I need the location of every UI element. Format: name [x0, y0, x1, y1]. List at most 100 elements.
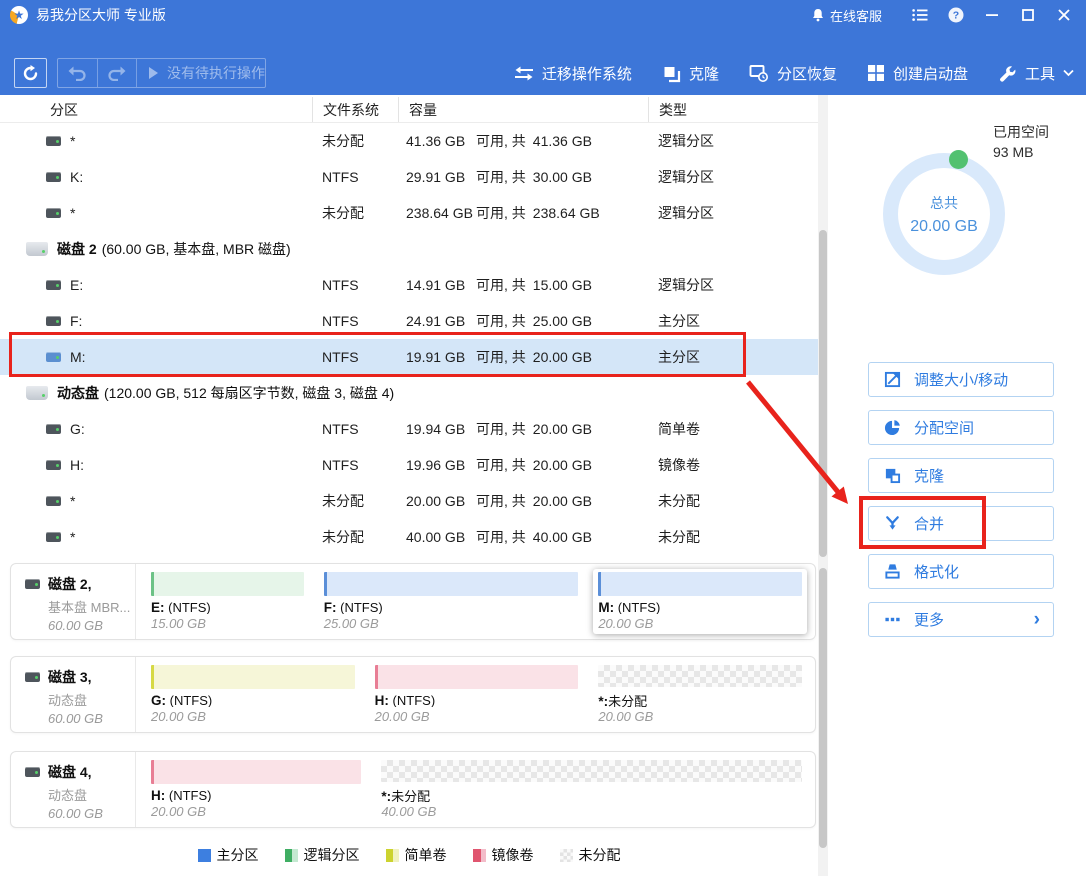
table-row[interactable]: K: NTFS 29.91 GB可用, 共30.00 GB 逻辑分区 [0, 159, 818, 195]
partition-icon [46, 352, 61, 362]
partition-name: G: [70, 421, 85, 437]
disk-group-row[interactable]: 磁盘 2 (60.00 GB, 基本盘, MBR 磁盘) [0, 231, 818, 267]
partition-name: K: [70, 169, 83, 185]
disk-group-detail: (60.00 GB, 基本盘, MBR 磁盘) [102, 239, 291, 259]
disk-name: 磁盘 4, [48, 762, 92, 782]
partition-bar [151, 760, 361, 784]
partition-icon [46, 280, 61, 290]
chevron-down-icon [1063, 69, 1074, 77]
partition-bar [381, 760, 802, 782]
column-header-type[interactable]: 类型 [648, 97, 818, 122]
create-bootdisk-button[interactable]: 创建启动盘 [867, 63, 968, 84]
create-bootdisk-label: 创建启动盘 [893, 63, 968, 84]
capacity-value: 24.91 GB可用, 共25.00 GB [398, 311, 648, 331]
format-button[interactable]: 格式化 [868, 554, 1054, 589]
partition-block[interactable]: *:未分配 40.00 GB [376, 757, 807, 822]
type-value: 主分区 [648, 347, 818, 367]
maximize-button[interactable] [1010, 0, 1046, 30]
menu-list-icon[interactable] [902, 0, 938, 30]
clone-partition-button[interactable]: 克隆 [868, 458, 1054, 493]
used-space-value: 93 MB [993, 142, 1049, 162]
resize-move-label: 调整大小/移动 [914, 369, 1008, 390]
undo-button[interactable] [58, 59, 97, 87]
disk-name: 磁盘 2, [48, 574, 92, 594]
filesystem-value: NTFS [312, 277, 398, 293]
column-header-partition[interactable]: 分区 [0, 97, 312, 122]
online-service-label: 在线客服 [830, 6, 882, 25]
partition-size: 15.00 GB [151, 616, 304, 631]
disk-card-label[interactable]: 磁盘 3, 动态盘 60.00 GB [11, 657, 136, 732]
scrollbar-thumb[interactable] [819, 230, 827, 557]
partition-bar [151, 665, 355, 689]
toolbar: 没有待执行操作 迁移操作系统 克隆 分区恢复 [0, 30, 1086, 95]
table-row[interactable]: * 未分配 41.36 GB可用, 共41.36 GB 逻辑分区 [0, 123, 818, 159]
table-row[interactable]: * 未分配 238.64 GB可用, 共238.64 GB 逻辑分区 [0, 195, 818, 231]
capacity-value: 19.91 GB可用, 共20.00 GB [398, 347, 648, 367]
filesystem-value: NTFS [312, 349, 398, 365]
refresh-button[interactable] [14, 58, 47, 88]
total-label: 总共 [930, 193, 958, 213]
column-header-filesystem[interactable]: 文件系统 [312, 97, 398, 122]
partition-name: F: [70, 313, 82, 329]
help-icon[interactable]: ? [938, 0, 974, 30]
type-value: 未分配 [648, 527, 818, 547]
partition-size: 20.00 GB [151, 709, 355, 724]
execute-operations-button[interactable]: 没有待执行操作 [137, 59, 265, 87]
partition-label: M: (NTFS) [598, 600, 802, 614]
filesystem-value: NTFS [312, 169, 398, 185]
filesystem-value: NTFS [312, 457, 398, 473]
close-button[interactable] [1046, 0, 1082, 30]
capacity-value: 14.91 GB可用, 共15.00 GB [398, 275, 648, 295]
create-bootdisk-icon [867, 64, 885, 82]
redo-button[interactable] [98, 59, 137, 87]
table-row[interactable]: * 未分配 20.00 GB可用, 共20.00 GB 未分配 [0, 483, 818, 519]
table-row-selected[interactable]: M: NTFS 19.91 GB可用, 共20.00 GB 主分区 [0, 339, 818, 375]
filesystem-value: 未分配 [312, 527, 398, 547]
disk-group-name: 磁盘 2 [57, 239, 97, 259]
disk-icon [25, 579, 40, 589]
minimize-button[interactable] [974, 0, 1010, 30]
partition-block[interactable]: F: (NTFS) 25.00 GB [319, 569, 584, 634]
clone-label: 克隆 [689, 63, 719, 84]
disk-kind: 基本盘 MBR... [48, 597, 135, 616]
partition-size: 25.00 GB [324, 616, 579, 631]
disk-card-label[interactable]: 磁盘 2, 基本盘 MBR... 60.00 GB [11, 564, 136, 639]
partition-bar [375, 665, 579, 689]
merge-label: 合并 [914, 513, 944, 534]
migrate-os-button[interactable]: 迁移操作系统 [514, 63, 632, 84]
disk-group-row[interactable]: 动态盘 (120.00 GB, 512 每扇区字节数, 磁盘 3, 磁盘 4) [0, 375, 818, 411]
table-row[interactable]: G: NTFS 19.94 GB可用, 共20.00 GB 简单卷 [0, 411, 818, 447]
partition-recovery-button[interactable]: 分区恢复 [749, 63, 837, 84]
partition-block[interactable]: H: (NTFS) 20.00 GB [370, 662, 584, 727]
clone-button[interactable]: 克隆 [662, 63, 719, 84]
partition-name: H: [70, 457, 84, 473]
disk-card-label[interactable]: 磁盘 4, 动态盘 60.00 GB [11, 752, 136, 827]
partition-icon [46, 460, 61, 470]
table-row[interactable]: H: NTFS 19.96 GB可用, 共20.00 GB 镜像卷 [0, 447, 818, 483]
partition-recovery-label: 分区恢复 [777, 63, 837, 84]
column-header-capacity[interactable]: 容量 [398, 97, 648, 122]
filesystem-value: 未分配 [312, 203, 398, 223]
partition-block[interactable]: H: (NTFS) 20.00 GB [146, 757, 366, 822]
merge-button[interactable]: 合并 [868, 506, 1054, 541]
table-row[interactable]: E: NTFS 14.91 GB可用, 共15.00 GB 逻辑分区 [0, 267, 818, 303]
allocate-space-button[interactable]: 分配空间 [868, 410, 1054, 445]
scrollbar-thumb[interactable] [819, 568, 827, 848]
partition-block[interactable]: E: (NTFS) 15.00 GB [146, 569, 309, 634]
tools-button[interactable]: 工具 [998, 63, 1074, 84]
partition-size: 20.00 GB [375, 709, 579, 724]
partition-name: * [70, 205, 75, 221]
disk-icon [25, 672, 40, 682]
format-label: 格式化 [914, 561, 959, 582]
tools-label: 工具 [1025, 63, 1055, 84]
partition-block[interactable]: *:未分配 20.00 GB [593, 662, 807, 727]
partition-label: G: (NTFS) [151, 693, 355, 707]
table-row[interactable]: F: NTFS 24.91 GB可用, 共25.00 GB 主分区 [0, 303, 818, 339]
more-button[interactable]: 更多 › [868, 602, 1054, 637]
resize-move-button[interactable]: 调整大小/移动 [868, 362, 1054, 397]
partition-block[interactable]: G: (NTFS) 20.00 GB [146, 662, 360, 727]
capacity-value: 19.96 GB可用, 共20.00 GB [398, 455, 648, 475]
table-row[interactable]: * 未分配 40.00 GB可用, 共40.00 GB 未分配 [0, 519, 818, 555]
online-service-button[interactable]: 在线客服 [811, 6, 882, 25]
partition-block-selected[interactable]: M: (NTFS) 20.00 GB [593, 569, 807, 634]
